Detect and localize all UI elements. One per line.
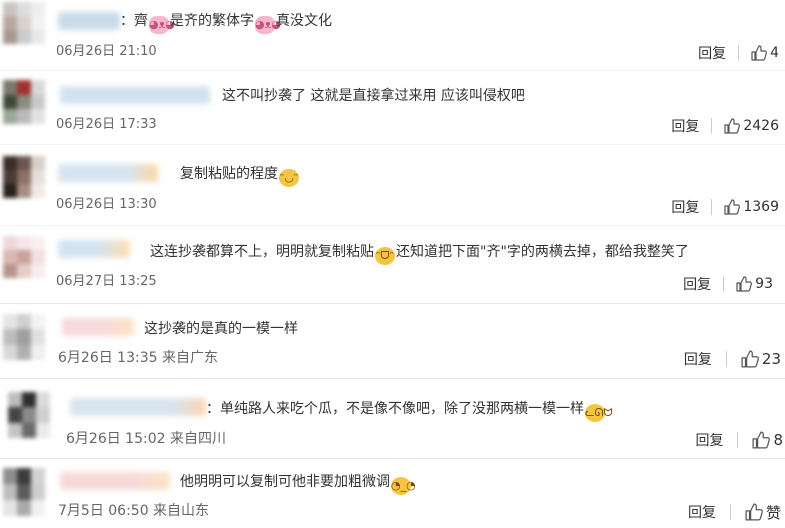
avatar[interactable] <box>3 80 45 124</box>
avatar[interactable] <box>3 156 45 198</box>
pig-emoji-icon: ◕ᴥ◕ <box>255 16 281 34</box>
like-count: 23 <box>761 350 781 368</box>
divider <box>738 45 740 61</box>
comment-actions: 回复 2426 <box>671 116 779 136</box>
reply-button[interactable]: 回复 <box>698 43 726 63</box>
comment-time: 06月26日 13:30 <box>56 197 157 212</box>
divider <box>0 144 785 145</box>
reply-button[interactable]: 回复 <box>671 197 699 217</box>
divider <box>725 351 727 367</box>
thumbs-up-icon <box>724 199 741 215</box>
comment-text: 他明明可以复制可他非要加粗微调◔_◔ <box>180 473 416 495</box>
like-button[interactable]: 93 <box>736 276 773 292</box>
rolleyes-emoji-icon: ◔_◔ <box>391 477 416 495</box>
like-button[interactable]: 8 <box>752 431 783 449</box>
comment-time: 6月26日 13:35 来自广东 <box>58 350 218 366</box>
like-button[interactable]: 赞 <box>745 502 781 523</box>
thumbs-up-icon <box>745 503 763 521</box>
avatar[interactable] <box>8 392 50 438</box>
like-button[interactable]: 2426 <box>724 118 779 134</box>
reply-button[interactable]: 回复 <box>683 274 711 294</box>
comment-text: 这抄袭的是真的一模一样 <box>144 321 298 337</box>
divider <box>737 432 739 448</box>
username[interactable] <box>60 86 210 104</box>
like-count: 2426 <box>743 118 779 134</box>
comment-text: 复制粘贴的程度 ᵔ◡ᵔ <box>180 165 300 187</box>
divider <box>0 378 785 379</box>
thumbs-up-icon <box>751 45 768 61</box>
comment-actions: 回复 93 <box>683 274 773 294</box>
comment-text: 这不叫抄袭了 这就是直接拿过来用 应该叫侵权吧 <box>222 88 525 104</box>
pig-emoji-icon: ◕ᴥ◕ <box>149 16 175 34</box>
cat-emoji-icon: ᓚᘏᗢ <box>585 404 613 422</box>
comment-time: 06月26日 21:10 <box>56 44 157 59</box>
thumbs-up-icon <box>741 350 759 368</box>
like-count: 8 <box>773 431 783 449</box>
divider <box>711 199 713 215</box>
like-button[interactable]: 23 <box>741 350 781 368</box>
divider <box>711 118 713 134</box>
avatar[interactable] <box>3 468 45 516</box>
like-count: 1369 <box>743 199 779 215</box>
thumbs-up-icon <box>724 118 741 134</box>
comment-time: 6月26日 15:02 来自四川 <box>66 431 226 447</box>
avatar[interactable] <box>3 314 45 360</box>
divider <box>729 504 731 520</box>
comment-actions: 回复 1369 <box>671 197 779 217</box>
comment-actions: 回复 23 <box>684 349 781 369</box>
comment-actions: 回复 8 <box>695 430 783 450</box>
like-count: 4 <box>770 45 779 61</box>
tongue-emoji-icon: ᵔ◡ᵔ <box>279 169 299 187</box>
username[interactable] <box>58 240 130 258</box>
avatar[interactable] <box>3 236 45 278</box>
like-count: 赞 <box>765 503 781 522</box>
reply-button[interactable]: 回复 <box>695 430 723 450</box>
comment-text: ：单纯路人来吃个瓜，不是像不像吧，除了没那两横一模一样ᓚᘏᗢ <box>206 400 613 422</box>
username[interactable] <box>70 398 206 416</box>
divider <box>0 225 785 226</box>
divider <box>0 303 785 304</box>
username[interactable] <box>60 472 170 490</box>
reply-button[interactable]: 回复 <box>671 116 699 136</box>
like-count: 93 <box>755 276 773 292</box>
comment-text: ：齊◕ᴥ◕是齐的繁体字◕ᴥ◕真没文化 <box>120 12 332 34</box>
reply-button[interactable]: 回复 <box>688 502 716 522</box>
thumbs-up-icon <box>752 431 771 449</box>
thumbs-up-icon <box>736 276 753 292</box>
avatar[interactable] <box>3 2 45 44</box>
like-button[interactable]: 4 <box>751 45 779 61</box>
comment-time: 7月5日 06:50 来自山东 <box>58 503 210 519</box>
divider <box>0 458 785 459</box>
grin-emoji-icon: ᵔᗜᵔ <box>375 247 395 265</box>
comment-actions: 回复 4 <box>698 43 779 63</box>
divider <box>0 70 785 71</box>
comment-time: 06月27日 13:25 <box>56 274 157 289</box>
comment-time: 06月26日 17:33 <box>56 117 157 132</box>
reply-button[interactable]: 回复 <box>684 349 712 369</box>
username[interactable] <box>58 164 158 182</box>
like-button[interactable]: 1369 <box>724 199 779 215</box>
comment-text: 这连抄袭都算不上，明明就复制粘贴 ᵔᗜᵔ 还知道把下面"齐"字的两横去掉，都给我整笑… <box>150 243 689 265</box>
comment-actions: 回复 赞 <box>688 502 781 522</box>
divider <box>723 276 725 292</box>
username[interactable] <box>58 12 120 30</box>
username[interactable] <box>62 318 134 336</box>
